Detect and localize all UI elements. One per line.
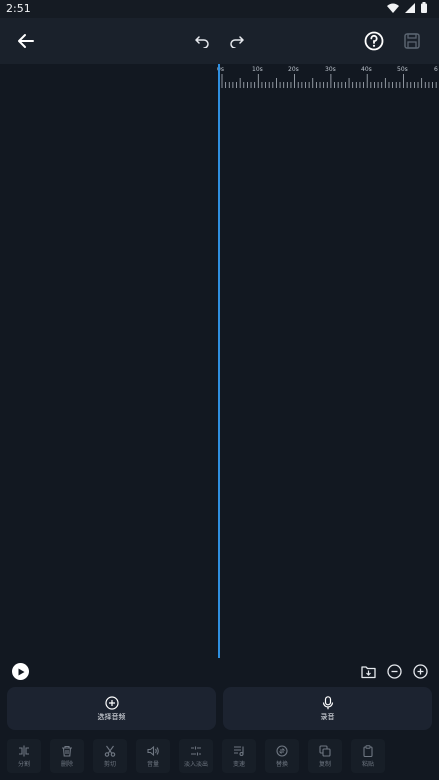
record-button[interactable]: 录音 (223, 687, 432, 730)
bottom-toolbar: 分割 删除 剪切 音量 淡入淡出 变速 替换 复制 粘贴 (0, 735, 439, 780)
record-label: 录音 (320, 712, 335, 721)
zoom-controls (359, 662, 429, 680)
plus-circle-icon (412, 663, 428, 679)
copy-icon (319, 744, 331, 757)
redo-button[interactable] (223, 27, 251, 55)
split-icon (19, 745, 29, 756)
tool-label: 变速 (232, 760, 245, 768)
tool-label: 音量 (146, 760, 159, 768)
speed-icon (234, 745, 244, 756)
back-button[interactable] (12, 27, 40, 55)
tool-speed[interactable]: 变速 (222, 739, 256, 773)
tool-fade[interactable]: 淡入淡出 (179, 739, 213, 773)
play-button[interactable] (12, 663, 29, 680)
replace-icon (276, 744, 288, 757)
tool-replace[interactable]: 替换 (265, 739, 299, 773)
time-ruler[interactable]: 0s 10s 20s 30s 40s 50s 6 (217, 64, 439, 94)
folder-import-icon (360, 665, 376, 678)
select-audio-label: 选择音频 (97, 712, 126, 721)
zoom-in-button[interactable] (411, 662, 429, 680)
save-icon (404, 33, 420, 49)
tool-cut[interactable]: 剪切 (93, 739, 127, 773)
tool-label: 剪切 (103, 760, 116, 768)
signal-icon (405, 2, 415, 13)
tool-label: 淡入淡出 (183, 760, 208, 768)
wifi-icon (387, 3, 399, 13)
tool-label: 粘贴 (361, 760, 374, 768)
tool-label: 复制 (318, 760, 331, 768)
tool-copy[interactable]: 复制 (308, 739, 342, 773)
paste-icon (363, 744, 373, 757)
select-audio-button[interactable]: 选择音频 (7, 687, 216, 730)
play-icon (18, 668, 24, 675)
scissors-icon (104, 745, 116, 757)
status-time: 2:51 (6, 2, 31, 15)
tool-split[interactable]: 分割 (7, 739, 41, 773)
microphone-icon (322, 695, 333, 709)
tool-label: 分割 (17, 760, 30, 768)
save-button[interactable] (398, 27, 426, 55)
add-circle-icon (104, 695, 119, 710)
undo-button[interactable] (188, 27, 216, 55)
fade-icon (191, 746, 201, 755)
timeline-editor[interactable]: 0s 10s 20s 30s 40s 50s 6 (0, 64, 439, 658)
tool-paste[interactable]: 粘贴 (351, 739, 385, 773)
trash-icon (62, 745, 72, 757)
redo-icon (230, 36, 244, 48)
volume-icon (147, 745, 159, 756)
arrow-left-icon (18, 34, 34, 48)
status-icons (387, 2, 427, 13)
help-button[interactable] (360, 27, 388, 55)
import-button[interactable] (359, 662, 377, 680)
app-bar (0, 18, 439, 64)
tool-delete[interactable]: 删除 (50, 739, 84, 773)
minus-circle-icon (386, 663, 402, 679)
ruler-ticks (221, 74, 437, 88)
playhead[interactable] (218, 64, 220, 658)
zoom-out-button[interactable] (385, 662, 403, 680)
battery-icon (421, 2, 427, 13)
tool-label: 替换 (275, 760, 288, 768)
undo-icon (195, 36, 209, 48)
status-bar: 2:51 (0, 0, 439, 18)
help-icon (364, 31, 384, 51)
tool-label: 删除 (60, 760, 73, 768)
tool-volume[interactable]: 音量 (136, 739, 170, 773)
